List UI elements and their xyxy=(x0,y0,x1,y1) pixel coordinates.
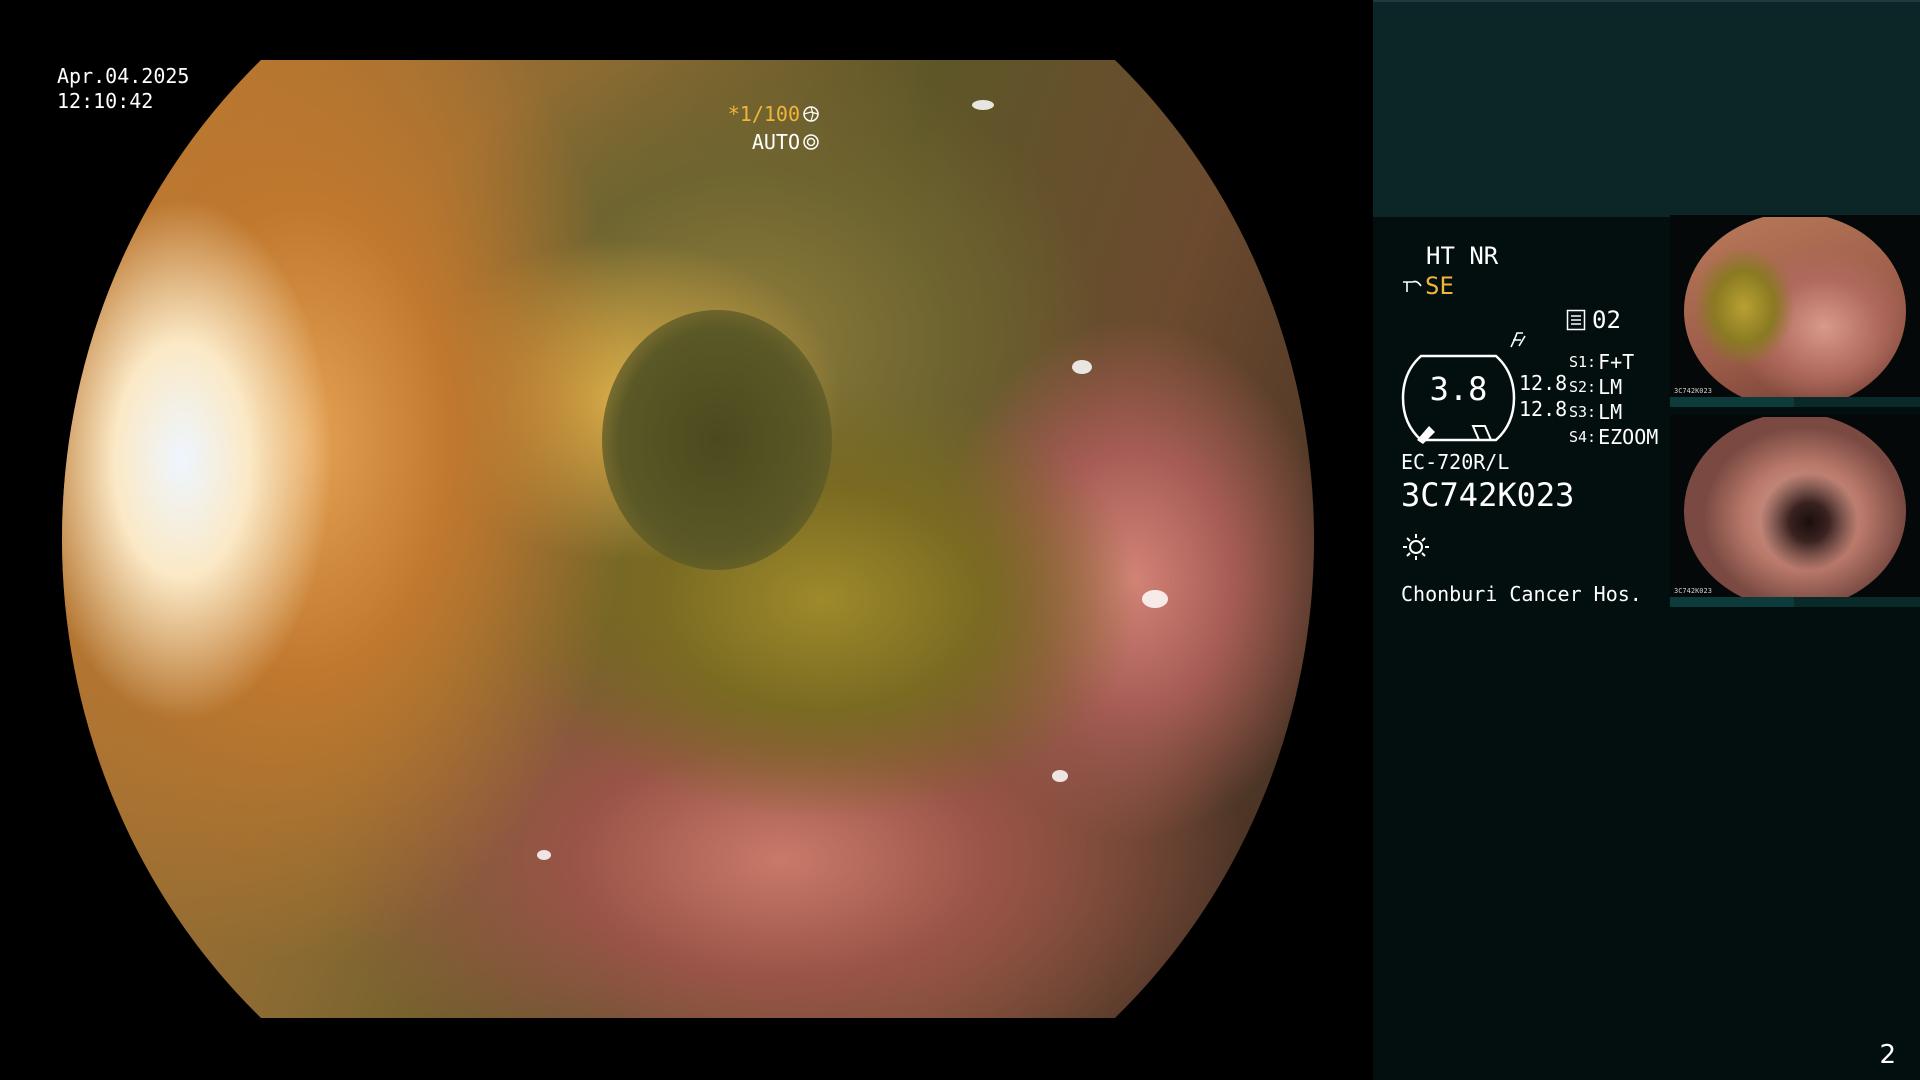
light-source-icon xyxy=(1403,534,1429,560)
scope-serial: 3C742K023 xyxy=(1401,476,1575,514)
switch-value: LM xyxy=(1598,375,1623,399)
thumbnail-capture-2[interactable]: 3C742K023 xyxy=(1670,415,1920,607)
zoom-side-2: 12.8 xyxy=(1519,397,1568,421)
mode-row: 02 xyxy=(1566,306,1621,334)
zoom-side-1: 12.8 xyxy=(1519,371,1568,395)
thumbnail-image xyxy=(1684,417,1906,605)
aperture-icon xyxy=(803,106,819,122)
enhancement-row: SE xyxy=(1401,272,1454,300)
scope-model: EC-720R/L xyxy=(1401,450,1510,474)
specular-highlight xyxy=(1072,360,1092,374)
panel-header-band xyxy=(1373,0,1920,217)
switch-value: EZOOM xyxy=(1598,425,1659,449)
thumbnail-caption: 3C742K023 xyxy=(1674,387,1712,395)
switch-value: LM xyxy=(1598,400,1623,424)
endoscopy-monitor-screen: Apr.04.2025 12:10:42 *1/100 AUTO HT NR S… xyxy=(0,0,1920,1080)
endoscopic-image xyxy=(62,60,1314,1018)
switch-key: S4: xyxy=(1569,428,1597,446)
page-number: 2 xyxy=(1879,1040,1896,1070)
hospital-name: Chonburi Cancer Hos. xyxy=(1401,582,1642,606)
main-endoscopic-view: Apr.04.2025 12:10:42 *1/100 AUTO xyxy=(0,0,1373,1080)
date-time-stamp: Apr.04.2025 12:10:42 xyxy=(57,64,189,114)
zoom-value: 3.8 xyxy=(1429,370,1488,408)
shutter-row: *1/100 xyxy=(728,100,819,128)
shutter-speed: *1/100 xyxy=(727,102,800,126)
thumbnail-caption: 3C742K023 xyxy=(1674,587,1712,595)
switch-value: F+T xyxy=(1598,350,1635,374)
mode-list-icon xyxy=(1566,309,1586,331)
iris-row: AUTO xyxy=(728,128,819,156)
switch-item: S3: LM xyxy=(1569,400,1658,425)
specular-highlight xyxy=(537,850,551,860)
ht-nr-label: HT NR xyxy=(1426,242,1499,270)
enhancement-label: SE xyxy=(1425,272,1454,300)
info-side-panel: HT NR SE 02 3.8 12.8 12.8 S1: F+T S2: LM… xyxy=(1373,0,1920,1080)
switch-key: S1: xyxy=(1569,353,1597,371)
mode-number: 02 xyxy=(1592,306,1621,334)
shutter-settings: *1/100 AUTO xyxy=(728,100,819,156)
iris-icon xyxy=(803,134,819,150)
thumbnail-status-segment xyxy=(1670,597,1794,607)
scope-switch-list: S1: F+T S2: LM S3: LM S4: EZOOM xyxy=(1569,350,1658,450)
thumbnail-image xyxy=(1684,217,1906,405)
specular-highlight xyxy=(972,100,994,110)
switch-item: S4: EZOOM xyxy=(1569,425,1658,450)
iris-mode: AUTO xyxy=(751,130,800,154)
switch-item: S2: LM xyxy=(1569,375,1658,400)
capture-thumbnails: 3C742K023 3C742K023 xyxy=(1670,215,1920,615)
thumbnail-status-bar xyxy=(1670,597,1920,607)
switch-key: S2: xyxy=(1569,378,1597,396)
switch-key: S3: xyxy=(1569,403,1597,421)
date-text: Apr.04.2025 xyxy=(57,64,190,88)
zoom-side-values: 12.8 12.8 xyxy=(1519,370,1567,422)
color-mode-icon xyxy=(1510,332,1526,348)
specular-highlight xyxy=(1142,590,1168,608)
lumen-shadow xyxy=(602,310,832,570)
time-text: 12:10:42 xyxy=(57,89,154,113)
thumbnail-capture-1[interactable]: 3C742K023 xyxy=(1670,215,1920,407)
switch-item: S1: F+T xyxy=(1569,350,1658,375)
structure-enhance-icon xyxy=(1403,280,1422,292)
specular-highlight xyxy=(1052,770,1068,782)
thumbnail-status-bar xyxy=(1670,397,1920,407)
thumbnail-status-segment xyxy=(1670,397,1794,407)
